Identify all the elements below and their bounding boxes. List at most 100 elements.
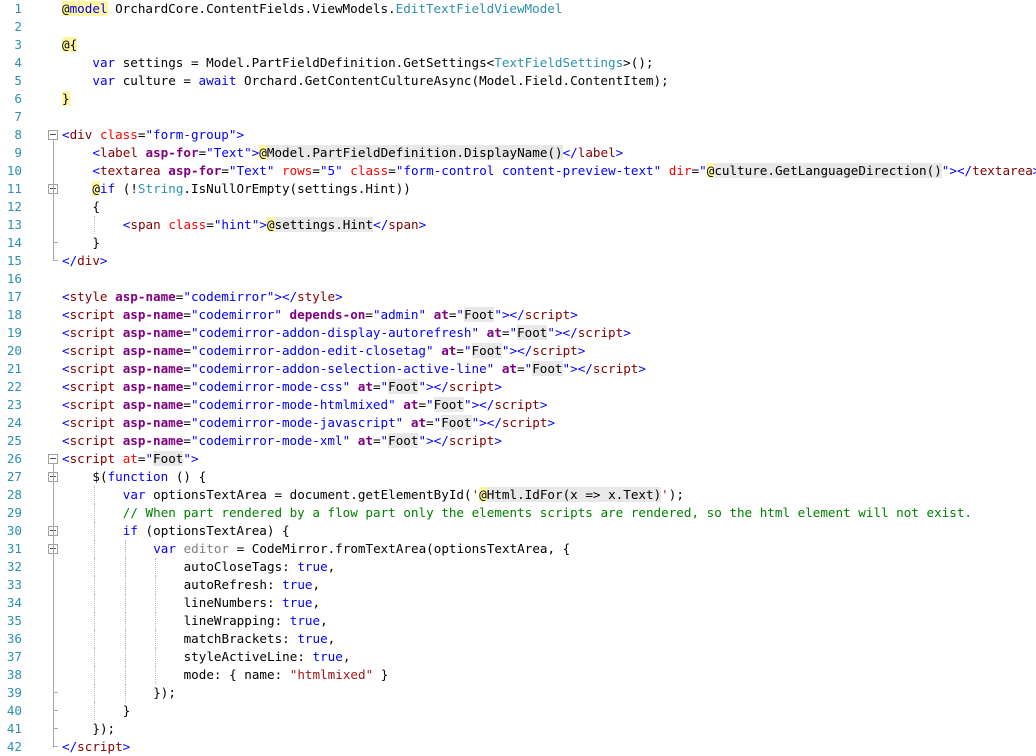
code-token: "codemirror" bbox=[183, 289, 275, 304]
code-line[interactable]: 6} bbox=[0, 90, 1036, 108]
code-line[interactable]: 13 <span class="hint">@settings.Hint</spa… bbox=[0, 216, 1036, 234]
code-line[interactable]: 31 var editor = CodeMirror.fromTextArea(o… bbox=[0, 540, 1036, 558]
code-line[interactable]: 34 lineNumbers: true, bbox=[0, 594, 1036, 612]
code-line[interactable]: 26 <script at="Foot"> bbox=[0, 450, 1036, 468]
code-token: asp-for bbox=[145, 145, 199, 160]
code-line[interactable]: 36 matchBrackets: true, bbox=[0, 630, 1036, 648]
code-line[interactable]: 9 <label asp-for="Text">@Model.PartFieldD… bbox=[0, 144, 1036, 162]
code-token: label bbox=[99, 145, 138, 160]
code-editor[interactable]: 1 @model OrchardCore.ContentFields.ViewMo… bbox=[0, 0, 1036, 754]
line-number: 37 bbox=[6, 649, 22, 664]
code-text: if (optionsTextArea) { bbox=[123, 522, 290, 540]
code-text: @if (!String.IsNullOrEmpty(settings.Hint… bbox=[92, 180, 411, 198]
code-text: <script asp-name="codemirror-addon-edit-… bbox=[62, 342, 585, 360]
code-line[interactable]: 38 mode: { name: "htmlmixed" } bbox=[0, 666, 1036, 684]
line-number: 22 bbox=[6, 379, 22, 394]
code-line[interactable]: 20 <script asp-name="codemirror-addon-edi… bbox=[0, 342, 1036, 360]
code-token: < bbox=[62, 397, 70, 412]
code-line[interactable]: 10 <textarea asp-for="Text" rows="5" clas… bbox=[0, 162, 1036, 180]
code-line[interactable]: 35 lineWrapping: true, bbox=[0, 612, 1036, 630]
code-token: " bbox=[380, 379, 389, 394]
code-line[interactable]: 8 <div class="form-group"> bbox=[0, 126, 1036, 144]
code-token: " bbox=[494, 307, 502, 322]
code-token: div bbox=[69, 127, 93, 142]
code-line[interactable]: 37 styleActiveLine: true, bbox=[0, 648, 1036, 666]
line-number: 14 bbox=[6, 235, 22, 250]
code-token: TextFieldSettings bbox=[494, 55, 624, 70]
code-token: , bbox=[327, 631, 336, 646]
line-number: 1 bbox=[14, 1, 22, 16]
code-line[interactable]: 32 autoCloseTags: true, bbox=[0, 558, 1036, 576]
code-token: asp-name bbox=[122, 415, 184, 430]
code-token: " bbox=[418, 379, 427, 394]
code-line[interactable]: 23 <script asp-name="codemirror-mode-html… bbox=[0, 396, 1036, 414]
code-token: asp-name bbox=[122, 307, 184, 322]
indent-guide bbox=[124, 630, 126, 648]
indent-guide bbox=[155, 666, 157, 684]
code-text: <script asp-name="codemirror-mode-xml" a… bbox=[62, 432, 502, 450]
code-line[interactable]: 33 autoRefresh: true, bbox=[0, 576, 1036, 594]
code-line[interactable]: 42 </script> bbox=[0, 738, 1036, 756]
code-token: = bbox=[183, 379, 191, 394]
code-line[interactable]: 19 <script asp-name="codemirror-addon-dis… bbox=[0, 324, 1036, 342]
code-token: script bbox=[494, 397, 540, 412]
collapse-icon[interactable] bbox=[48, 130, 58, 140]
code-token: at bbox=[441, 343, 457, 358]
code-token: " bbox=[380, 433, 389, 448]
code-line[interactable]: 4 var settings = Model.PartFieldDefinitio… bbox=[0, 54, 1036, 72]
code-line[interactable]: 22 <script asp-name="codemirror-mode-css"… bbox=[0, 378, 1036, 396]
code-token: "admin" bbox=[372, 307, 427, 322]
code-line[interactable]: 41}); bbox=[0, 720, 1036, 738]
collapse-icon[interactable] bbox=[48, 454, 58, 464]
code-line[interactable]: 1 @model OrchardCore.ContentFields.ViewMo… bbox=[0, 0, 1036, 18]
code-line[interactable]: 24 <script asp-name="codemirror-mode-java… bbox=[0, 414, 1036, 432]
code-token: "form-group" bbox=[145, 127, 237, 142]
indent-guide bbox=[124, 594, 126, 612]
code-line[interactable]: 30 if (optionsTextArea) { bbox=[0, 522, 1036, 540]
indent-guide bbox=[155, 576, 157, 594]
code-token: = bbox=[183, 433, 191, 448]
code-token: = bbox=[388, 163, 396, 178]
code-line[interactable]: 15 </div> bbox=[0, 252, 1036, 270]
code-line[interactable]: 25 <script asp-name="codemirror-mode-xml"… bbox=[0, 432, 1036, 450]
code-line[interactable]: 39}); bbox=[0, 684, 1036, 702]
code-line[interactable]: 3 @{ bbox=[0, 36, 1036, 54]
line-number: 18 bbox=[6, 307, 22, 322]
code-token: "codemirror-mode-javascript" bbox=[190, 415, 404, 430]
line-number: 9 bbox=[14, 145, 22, 160]
code-token: true bbox=[297, 631, 328, 646]
code-line[interactable]: 2 bbox=[0, 18, 1036, 36]
code-token: > bbox=[494, 433, 502, 448]
code-line[interactable]: 27 $(function () { bbox=[0, 468, 1036, 486]
code-line[interactable]: 18 <script asp-name="codemirror" depends-… bbox=[0, 306, 1036, 324]
code-line[interactable]: 29 // When part rendered by a flow part o… bbox=[0, 504, 1036, 522]
line-number: 5 bbox=[14, 73, 22, 88]
code-token: optionsTextArea = document.getElementByI… bbox=[145, 487, 472, 502]
code-token: depends-on bbox=[289, 307, 366, 322]
code-line[interactable]: 7 bbox=[0, 108, 1036, 126]
code-token: var bbox=[153, 541, 176, 556]
code-token: textarea bbox=[99, 163, 161, 178]
code-token: editor bbox=[183, 541, 230, 556]
code-line[interactable]: 14} bbox=[0, 234, 1036, 252]
code-line[interactable]: 11 @if (!String.IsNullOrEmpty(settings.Hi… bbox=[0, 180, 1036, 198]
code-line[interactable]: 16 bbox=[0, 270, 1036, 288]
code-line[interactable]: 21 <script asp-name="codemirror-addon-sel… bbox=[0, 360, 1036, 378]
code-text: <script asp-name="codemirror" depends-on… bbox=[62, 306, 578, 324]
code-token: < bbox=[62, 307, 70, 322]
indent-guide bbox=[124, 684, 126, 702]
code-token: > bbox=[623, 325, 631, 340]
indent-guide bbox=[94, 522, 96, 540]
code-line[interactable]: 17 <style asp-name="codemirror"></style> bbox=[0, 288, 1036, 306]
code-line[interactable]: 28 var optionsTextArea = document.getElem… bbox=[0, 486, 1036, 504]
indent-guide bbox=[94, 216, 96, 234]
code-token: < bbox=[92, 145, 100, 160]
code-line[interactable]: 12 { bbox=[0, 198, 1036, 216]
code-line[interactable]: 40} bbox=[0, 702, 1036, 720]
outline-end-tick bbox=[53, 692, 58, 693]
code-token: </ bbox=[62, 253, 78, 268]
code-line[interactable]: 5 var culture = await Orchard.GetContentC… bbox=[0, 72, 1036, 90]
